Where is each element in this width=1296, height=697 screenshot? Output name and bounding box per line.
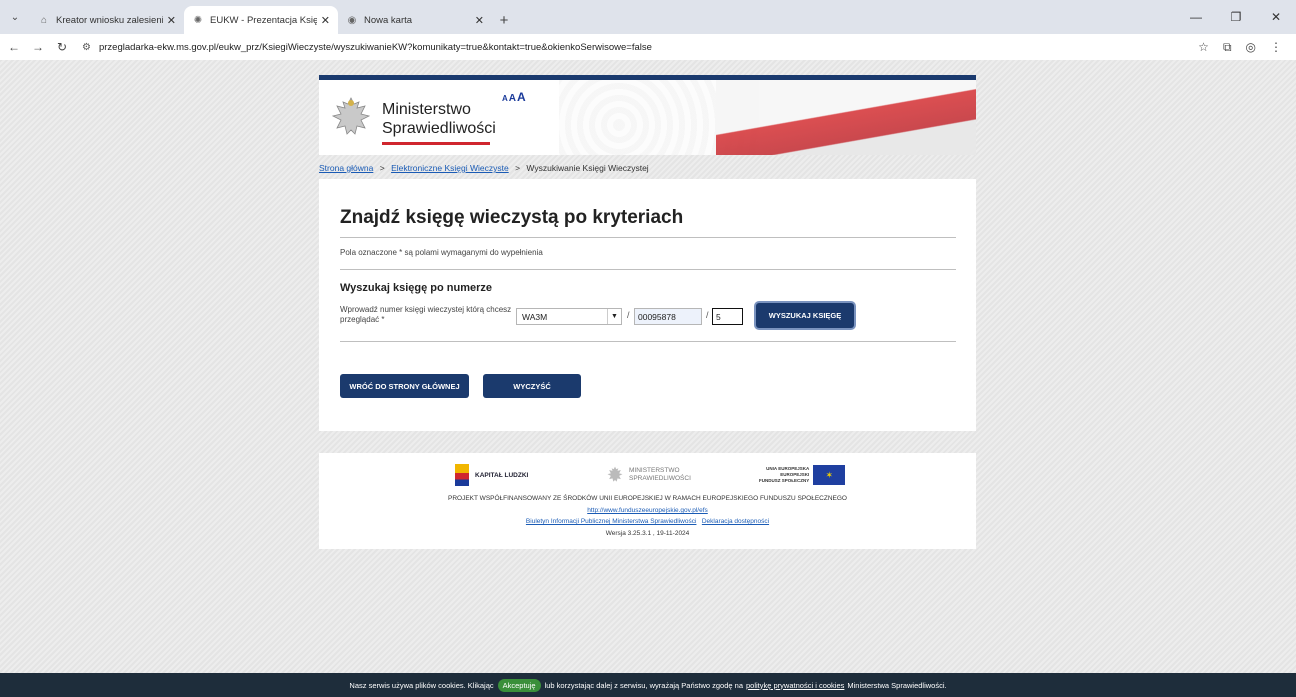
reload-icon[interactable]: ↻ xyxy=(52,40,72,54)
dropdown-arrow-icon[interactable]: ▼ xyxy=(607,309,621,324)
efs-link[interactable]: http://www.funduszeeuropejskie.gov.pl/ef… xyxy=(587,507,708,514)
profile-icon[interactable]: ◎ xyxy=(1246,40,1256,55)
browser-toolbar: ← → ↻ ⚙ przegladarka-ekw.ms.gov.pl/eukw_… xyxy=(0,34,1296,60)
restore-icon[interactable]: ❐ xyxy=(1216,0,1256,34)
tab-eukw[interactable]: ✺ EUKW - Prezentacja Księgi Wie ✕ xyxy=(184,6,338,34)
page-background: Ministerstwo Sprawiedliwości AAA Strona … xyxy=(0,60,1296,673)
font-size-small[interactable]: A xyxy=(502,94,508,103)
ministry-footer-text: MINISTERSTWO SPRAWIEDLIWOŚCI xyxy=(629,467,691,483)
eagle-favicon-icon: ✺ xyxy=(193,14,203,26)
site-info-icon[interactable]: ⚙ xyxy=(82,42,91,53)
court-code-value: WA3M xyxy=(522,312,548,322)
ministry-footer-line2: SPRAWIEDLIWOŚCI xyxy=(629,475,691,482)
cookie-bar: Nasz serwis używa plików cookies. Klikaj… xyxy=(0,673,1296,697)
site-favicon-icon: ⌂ xyxy=(40,14,48,26)
eagle-small-icon xyxy=(607,466,623,482)
back-to-home-button[interactable]: WRÓĆ DO STRONY GŁÓWNEJ xyxy=(340,374,469,398)
eagle-emblem-icon xyxy=(331,97,371,135)
breadcrumb-ekw-link[interactable]: Elektroniczne Księgi Wieczyste xyxy=(391,163,509,173)
close-tab-icon[interactable]: ✕ xyxy=(321,14,330,27)
ministry-underline xyxy=(382,142,490,145)
ministry-line2: Sprawiedliwości xyxy=(382,120,496,137)
divider xyxy=(340,269,956,270)
accessibility-link[interactable]: Deklaracja dostępności xyxy=(702,518,769,525)
page-title: Znajdź księgę wieczystą po kryteriach xyxy=(340,207,684,228)
required-note: Pola oznaczone * są polami wymaganymi do… xyxy=(340,248,543,257)
forward-arrow-icon[interactable]: → xyxy=(28,40,48,54)
menu-icon[interactable]: ⋮ xyxy=(1270,40,1282,55)
breadcrumb-separator: > xyxy=(515,163,521,173)
privacy-policy-link[interactable]: politykę prywatności i cookies xyxy=(746,681,844,690)
browser-tab-bar: ⌄ ⌂ Kreator wniosku zalesieniowego ✕ ✺ E… xyxy=(0,0,1296,34)
bookmark-star-icon[interactable]: ☆ xyxy=(1198,40,1209,55)
divider xyxy=(340,237,956,238)
section-title: Wyszukaj księgę po numerze xyxy=(340,282,493,294)
kapital-ludzki-mark-icon xyxy=(455,464,469,486)
font-size-large[interactable]: A xyxy=(517,90,526,104)
tab-search-icon[interactable]: ⌄ xyxy=(0,0,30,34)
breadcrumb-home-link[interactable]: Strona główna xyxy=(319,163,373,173)
bip-link[interactable]: Biuletyn Informacji Publicznej Ministers… xyxy=(526,518,697,525)
kapital-ludzki-logo: KAPITAŁ LUDZKI xyxy=(455,464,528,486)
breadcrumb-separator: > xyxy=(379,163,385,173)
site-footer: KAPITAŁ LUDZKI MINISTERSTWO SPRAWIEDLIWO… xyxy=(319,453,976,549)
clear-button[interactable]: WYCZYŚĆ xyxy=(483,374,581,398)
site-header: Ministerstwo Sprawiedliwości AAA xyxy=(319,75,976,155)
back-arrow-icon[interactable]: ← xyxy=(4,40,24,54)
ministry-name[interactable]: Ministerstwo Sprawiedliwości xyxy=(382,100,496,138)
project-text: PROJEKT WSPÓŁFINANSOWANY ZE ŚRODKÓW UNII… xyxy=(448,495,847,502)
font-size-switcher: AAA xyxy=(502,88,527,106)
book-number-label: Wprowadź numer księgi wieczystej którą c… xyxy=(340,305,512,324)
extensions-icon[interactable]: ⧉ xyxy=(1223,40,1232,55)
tab-title: Nowa karta xyxy=(364,14,413,26)
book-number-input[interactable]: 00095878 xyxy=(634,308,702,325)
breadcrumb: Strona główna > Elektroniczne Księgi Wie… xyxy=(319,163,649,173)
chrome-favicon-icon: ◉ xyxy=(347,14,357,26)
close-window-icon[interactable]: ✕ xyxy=(1256,0,1296,34)
window-controls: — ❐ ✕ xyxy=(1176,0,1296,34)
check-digit-input[interactable]: 5 xyxy=(712,308,743,325)
new-tab-button[interactable]: + xyxy=(492,6,516,34)
search-book-button[interactable]: WYSZUKAJ KSIĘGĘ xyxy=(756,303,854,328)
ministry-footer-logo: MINISTERSTWO SPRAWIEDLIWOŚCI xyxy=(606,465,691,485)
court-code-select[interactable]: WA3M ▼ xyxy=(516,308,622,325)
ministry-footer-line1: MINISTERSTWO xyxy=(629,467,680,474)
cookie-text-middle: lub korzystając dalej z serwisu, wyrażaj… xyxy=(544,680,743,690)
address-bar[interactable]: ⚙ przegladarka-ekw.ms.gov.pl/eukw_prz/Ks… xyxy=(82,36,1199,58)
slash-separator: / xyxy=(706,310,709,320)
close-tab-icon[interactable]: ✕ xyxy=(167,14,176,27)
tab-new[interactable]: ◉ Nowa karta ✕ xyxy=(338,6,492,34)
close-tab-icon[interactable]: ✕ xyxy=(475,14,484,27)
eu-logo-line3: FUNDUSZ SPOŁECZNY xyxy=(759,478,810,483)
cookie-text-after: Ministerstwa Sprawiedliwości. xyxy=(847,680,947,690)
breadcrumb-current: Wyszukiwanie Księgi Wieczystej xyxy=(526,163,649,173)
search-card: Znajdź księgę wieczystą po kryteriach Po… xyxy=(319,179,976,431)
cookie-text-before: Nasz serwis używa plików cookies. Klikaj… xyxy=(349,680,494,690)
ministry-line1: Ministerstwo xyxy=(382,101,471,118)
divider xyxy=(340,341,956,342)
minimize-icon[interactable]: — xyxy=(1176,0,1216,34)
eu-flag-icon: ✶ xyxy=(813,465,846,485)
accept-cookies-button[interactable]: Akceptuję xyxy=(497,678,541,692)
font-size-medium[interactable]: A xyxy=(509,93,516,104)
eu-logo: UNIA EUROPEJSKA EUROPEJSKI FUNDUSZ SPOŁE… xyxy=(759,465,846,485)
version-text: Wersja 3.25.3.1 , 19-11-2024 xyxy=(605,530,690,537)
footer-logos: KAPITAŁ LUDZKI MINISTERSTWO SPRAWIEDLIWO… xyxy=(319,464,976,486)
slash-separator: / xyxy=(627,310,630,320)
polish-flag-banner xyxy=(716,80,976,155)
tab-kreator[interactable]: ⌂ Kreator wniosku zalesieniowego ✕ xyxy=(30,6,184,34)
url-text: przegladarka-ekw.ms.gov.pl/eukw_prz/Ksie… xyxy=(98,41,652,53)
kapital-ludzki-text: KAPITAŁ LUDZKI xyxy=(475,471,529,479)
eu-logo-text: UNIA EUROPEJSKA EUROPEJSKI FUNDUSZ SPOŁE… xyxy=(759,466,809,484)
tab-title: Kreator wniosku zalesieniowego xyxy=(56,14,163,26)
tab-title: EUKW - Prezentacja Księgi Wie xyxy=(210,14,317,26)
